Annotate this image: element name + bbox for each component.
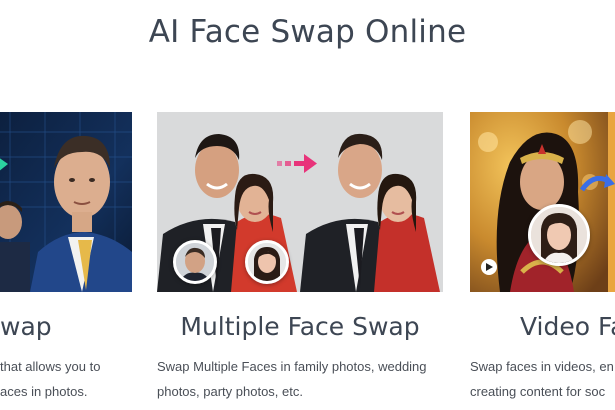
source-face-avatar-man (173, 240, 217, 284)
description-line: photos, party photos, etc. (157, 384, 303, 399)
face-swap-preview-image (0, 112, 132, 292)
source-face-avatar-girl (528, 204, 590, 266)
source-face-avatar-woman (245, 240, 289, 284)
feature-card-description: that allows you to aces in photos. (0, 354, 100, 404)
multiple-face-swap-preview-image (157, 112, 443, 292)
feature-card-title[interactable]: wap (0, 312, 52, 341)
description-line: aces in photos. (0, 384, 88, 399)
description-line: that allows you to (0, 359, 101, 374)
play-icon[interactable] (481, 259, 497, 275)
description-line: Swap Multiple Faces in family photos, we… (157, 359, 427, 374)
feature-card-description: Swap Multiple Faces in family photos, we… (157, 354, 427, 404)
feature-card-title[interactable]: Multiple Face Swap (157, 312, 443, 341)
feature-card-description: Swap faces in videos, en creating conten… (470, 354, 614, 404)
description-line: creating content for soc (470, 384, 606, 399)
page-title: AI Face Swap Online (148, 14, 467, 50)
feature-card-title[interactable]: Video Fa (520, 312, 615, 341)
video-face-swap-preview-image (470, 112, 615, 292)
description-line: Swap faces in videos, en (470, 359, 614, 374)
